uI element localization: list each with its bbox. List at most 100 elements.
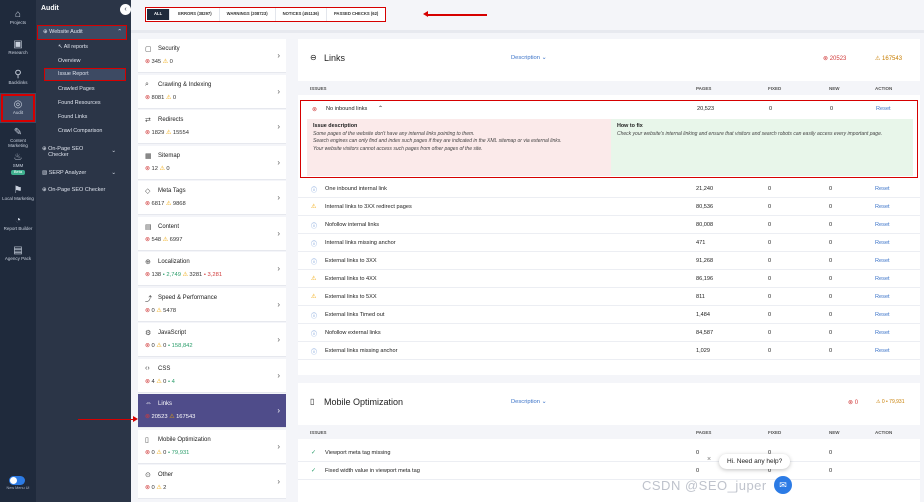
category-item[interactable]: ⇄ Redirects ⊗ 1829 ⚠ 15554 › <box>138 110 286 144</box>
rail-projects[interactable]: ⌂ Projects <box>0 3 36 33</box>
category-item[interactable]: ⊕ Localization ⊗ 138 • 2,749 ⚠ 3281 • 3,28… <box>138 252 286 286</box>
expanded-issue-row[interactable]: ⊗ No inbound links ⌃ 20,523 0 0 Reset Is… <box>300 100 918 178</box>
table-row[interactable]: ⚠ Internal links to 3XX redirect pages 80,… <box>298 198 920 216</box>
reset-link[interactable]: Reset <box>875 312 890 318</box>
reset-link[interactable]: Reset <box>875 186 890 192</box>
category-item[interactable]: ◇ Meta Tags ⊗ 6817 ⚠ 9868 › <box>138 181 286 215</box>
table-row[interactable]: ⓘ External links to 3XX 91,268 0 0 Reset <box>298 252 920 270</box>
reset-link[interactable]: Reset <box>875 348 890 354</box>
table-row[interactable]: ⚠ External links to 4XX 86,196 0 0 Reset <box>298 270 920 288</box>
reset-link[interactable]: Reset <box>875 222 890 228</box>
research-icon: ▣ <box>13 39 23 51</box>
help-bubble[interactable]: Hi. Need any help? <box>719 454 791 469</box>
category-item[interactable]: ▯ Mobile Optimization ⊗ 0 ⚠ 0 • 79,931 › <box>138 429 286 464</box>
chevron-right-icon: › <box>277 406 280 415</box>
filter-all[interactable]: ALL <box>147 9 171 20</box>
category-item[interactable]: ⚙ JavaScript ⊗ 0 ⚠ 0 • 158,842 › <box>138 323 286 357</box>
report-icon: ◔ <box>14 215 22 227</box>
subnav-found-resources[interactable]: Found Resources <box>58 100 101 106</box>
subnav-serp-analyzer[interactable]: ▧ SERP Analyzer ⌄ <box>42 170 122 176</box>
reset-link[interactable]: Reset <box>875 204 890 210</box>
table-row[interactable]: ✓ Fixed width value in viewport meta tag… <box>298 462 920 480</box>
rail-research[interactable]: ▣ Research <box>0 33 36 63</box>
category-icon: ⚙ <box>145 330 152 337</box>
rail-backlinks[interactable]: ⚲ Backlinks <box>0 63 36 93</box>
globe-icon: ⊕ <box>42 187 47 193</box>
col-new: NEW <box>829 430 840 435</box>
reset-link[interactable]: Reset <box>875 240 890 246</box>
category-item[interactable]: ⊙ Other ⊗ 0 ⚠ 2 › <box>138 465 286 499</box>
close-icon[interactable]: × <box>707 456 711 463</box>
rail-content-marketing[interactable]: ✎ Content Marketing <box>0 123 36 153</box>
chevron-right-icon: › <box>277 441 280 451</box>
audit-subnav: Audit ⊕ Website Audit ⌃ ↖ All reports Ov… <box>36 0 131 502</box>
error-icon: ⊗ <box>145 236 150 243</box>
collapse-sidebar-button[interactable]: ‹ <box>120 4 131 15</box>
subnav-found-links[interactable]: Found Links <box>58 114 87 120</box>
category-icon: ‹› <box>145 364 150 372</box>
chevron-right-icon: › <box>277 122 280 131</box>
error-icon: ⊗ <box>145 449 150 456</box>
reset-link[interactable]: Reset <box>876 106 891 112</box>
reset-link[interactable]: Reset <box>875 294 890 300</box>
main-area: ALL ERRORS (38297) WARNINGS (208723) NOT… <box>78 0 924 502</box>
table-row[interactable]: ⚠ External links to 5XX 811 0 0 Reset <box>298 288 920 306</box>
rail-audit[interactable]: ◎ Audit <box>0 93 36 123</box>
subnav-onpage-seo-checker-2[interactable]: ⊕ On-Page SEO Checker <box>42 187 128 193</box>
reset-link[interactable]: Reset <box>875 258 890 264</box>
description-dropdown[interactable]: Description ⌄ <box>511 399 546 405</box>
category-item[interactable]: ‹› CSS ⊗ 4 ⚠ 0 • 4 › <box>138 358 286 393</box>
category-icon: ⇄ <box>145 117 151 124</box>
table-row[interactable]: ⓘ Nofollow external links 84,587 0 0 Reset <box>298 324 920 342</box>
category-item[interactable]: ▦ Sitemap ⊗ 12 ⚠ 0 › <box>138 145 286 180</box>
issue-description-text: Search engines can only find and index s… <box>313 138 562 145</box>
chevron-right-icon: › <box>277 264 280 273</box>
icon-rail: ⌂ Projects ▣ Research ⚲ Backlinks ◎ Audit ✎ C… <box>0 0 36 502</box>
chevron-right-icon: › <box>277 477 280 486</box>
table-row[interactable]: ⓘ External links Timed out 1,484 0 0 Reset <box>298 306 920 324</box>
category-item[interactable]: ⇔ Links ⊗ 20523 ⚠ 167543 › <box>138 394 286 428</box>
col-issues: ISSUES <box>310 86 327 91</box>
rail-agency-pack[interactable]: ▤ Agency Pack <box>0 239 36 269</box>
error-icon: ⊗ <box>145 272 150 278</box>
subnav-overview[interactable]: Overview <box>58 58 80 64</box>
rail-local-marketing[interactable]: ⚑ Local Marketing <box>0 179 36 209</box>
filter-notices[interactable]: NOTICES (451136) <box>276 8 327 21</box>
new-menu-toggle[interactable] <box>9 476 25 485</box>
table-row[interactable]: ⓘ Internal links missing anchor 471 0 0 Reset <box>298 234 920 252</box>
warning-icon: ⚠ <box>156 449 162 456</box>
table-row[interactable]: ⓘ One inbound internal link 21,240 0 0 Reset <box>298 180 920 198</box>
category-item[interactable]: ⤴ Speed & Performance ⊗ 0 ⚠ 5478 › <box>138 287 286 322</box>
rail-report-builder[interactable]: ◔ Report Builder <box>0 209 36 239</box>
col-pages: PAGES <box>696 430 712 435</box>
subnav-all-reports[interactable]: ↖ All reports <box>58 44 88 50</box>
panel2-title: Mobile Optimization <box>324 397 404 407</box>
info-icon: ⓘ <box>311 188 318 194</box>
subnav-crawl-comparison[interactable]: Crawl Comparison <box>58 128 102 134</box>
subnav-onpage-seo-checker[interactable]: ⊕ On-Page SEO Checker ⌄ <box>42 146 122 158</box>
category-item[interactable]: ⌕ Crawling & Indexing ⊗ 8081 ⚠ 0 › <box>138 74 286 109</box>
reset-link[interactable]: Reset <box>875 276 890 282</box>
filter-warnings[interactable]: WARNINGS (208723) <box>220 8 276 21</box>
annotation-arrow <box>423 11 487 17</box>
category-icon: ⤴ <box>145 295 152 303</box>
reset-link[interactable]: Reset <box>875 330 890 336</box>
category-item[interactable]: ▤ Content ⊗ 548 ⚠ 6997 › <box>138 216 286 251</box>
filter-errors[interactable]: ERRORS (38297) <box>171 8 220 21</box>
rail-smm[interactable]: ♨ SMM Beta <box>0 153 36 175</box>
chat-button[interactable]: ✉ <box>774 476 792 494</box>
table-row[interactable]: ⓘ External links missing anchor 1,029 0 0 Res… <box>298 342 920 360</box>
issue-description-box: Issue description Some pages of the webs… <box>307 119 611 176</box>
subnav-issue-report[interactable]: Issue Report <box>44 68 126 81</box>
subnav-crawled-pages[interactable]: Crawled Pages <box>58 86 95 92</box>
website-audit-item[interactable]: ⊕ Website Audit ⌃ <box>37 25 127 40</box>
filter-passed-checks[interactable]: PASSED CHECKS (62) <box>327 8 385 21</box>
filter-bar: ALL ERRORS (38297) WARNINGS (208723) NOT… <box>145 7 387 22</box>
warning-icon: ⚠ <box>159 165 165 172</box>
table-row[interactable]: ⓘ Nofollow internal links 80,008 0 0 Reset <box>298 216 920 234</box>
category-item[interactable]: ▢ Security ⊗ 345 ⚠ 0 › <box>138 39 286 73</box>
error-icon: ⊗ <box>145 378 150 385</box>
description-dropdown[interactable]: Description ⌄ <box>511 55 546 61</box>
chevron-right-icon: › <box>277 228 280 238</box>
table-row[interactable]: ✓ Viewport meta tag missing 0 0 0 <box>298 444 920 462</box>
